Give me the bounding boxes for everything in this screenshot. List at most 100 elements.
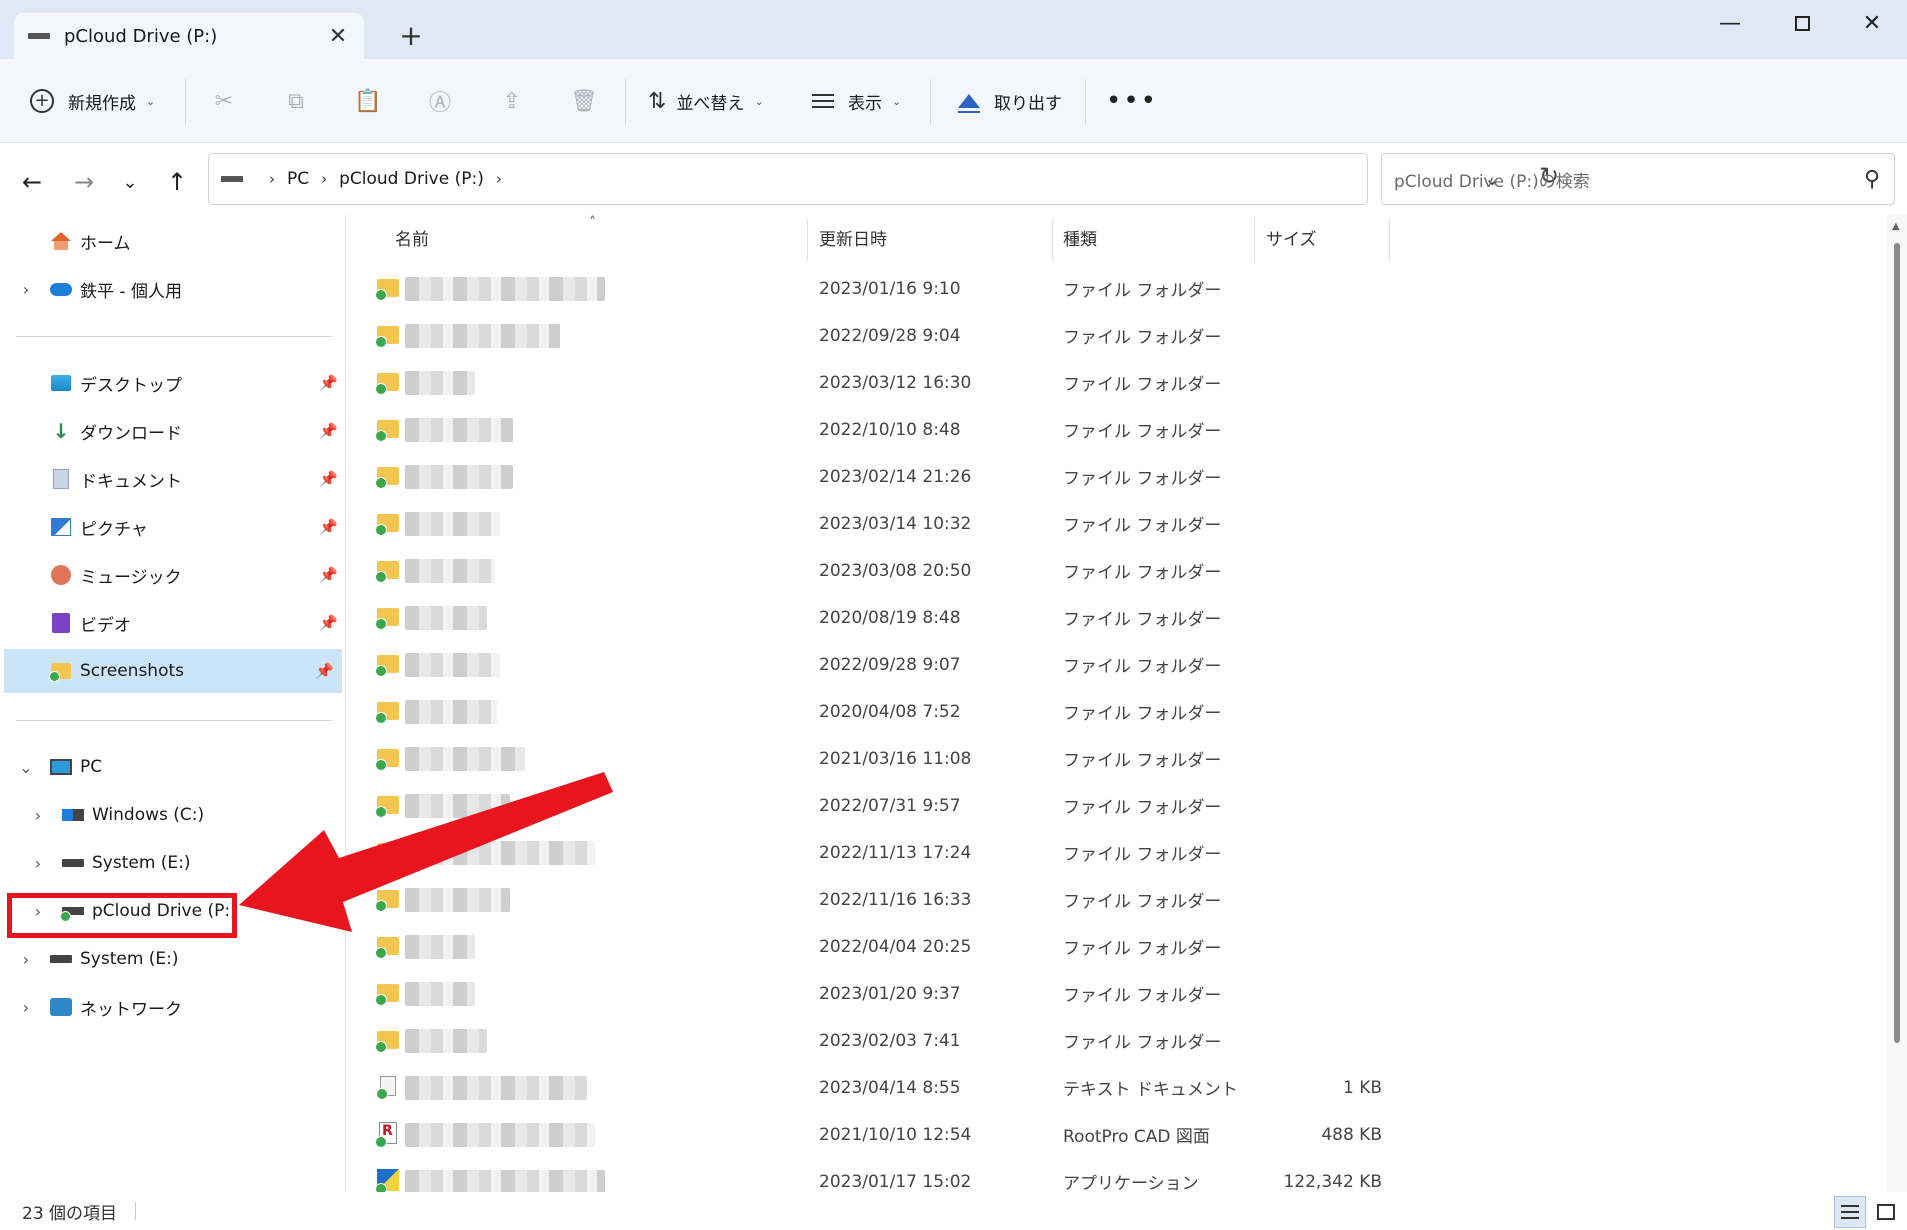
column-header-name[interactable]: 名前 xyxy=(385,215,813,259)
table-row[interactable]: 2020/04/08 7:52 ファイル フォルダー xyxy=(347,688,1847,735)
sidebar-item-windows-c[interactable]: › Windows (C:) xyxy=(0,793,346,837)
share-icon[interactable]: ⇪ xyxy=(494,83,530,119)
pin-icon[interactable]: 📌 xyxy=(319,518,338,536)
network-icon xyxy=(50,997,72,1017)
vertical-scrollbar[interactable]: ▲ xyxy=(1887,215,1907,1192)
back-button[interactable]: ← xyxy=(14,165,50,199)
videos-icon xyxy=(50,613,72,633)
column-divider[interactable] xyxy=(807,219,808,261)
redacted-file-name xyxy=(405,653,500,677)
chevron-right-icon[interactable]: › xyxy=(16,280,36,299)
table-row[interactable]: 2023/01/20 9:37 ファイル フォルダー xyxy=(347,970,1847,1017)
pin-icon[interactable]: 📌 xyxy=(315,662,334,680)
column-header-size[interactable]: サイズ xyxy=(1256,215,1386,259)
sidebar-item-pictures[interactable]: ピクチャ 📌 xyxy=(0,505,346,549)
cut-icon[interactable]: ✂ xyxy=(206,83,242,119)
sidebar-item-downloads[interactable]: ↓ ダウンロード 📌 xyxy=(0,409,346,453)
table-row[interactable]: 2021/03/16 11:08 ファイル フォルダー xyxy=(347,735,1847,782)
new-tab-button[interactable]: + xyxy=(396,18,426,54)
up-button[interactable]: ↑ xyxy=(159,165,195,199)
pin-icon[interactable]: 📌 xyxy=(319,374,338,392)
address-bar[interactable]: › PC › pCloud Drive (P:) › ⌄ ↻ xyxy=(208,153,1559,205)
breadcrumb-pc[interactable]: PC xyxy=(287,169,309,189)
table-row[interactable]: 2022/11/13 17:24 ファイル フォルダー xyxy=(347,829,1847,876)
pin-icon[interactable]: 📌 xyxy=(319,470,338,488)
chevron-right-icon[interactable]: › xyxy=(16,950,36,969)
table-row[interactable]: 2023/03/14 10:32 ファイル フォルダー xyxy=(347,500,1847,547)
forward-button[interactable]: → xyxy=(66,165,102,199)
file-list: ˄ 名前 更新日時 種類 サイズ 2023/01/16 9:10 ファイル フォル… xyxy=(347,215,1887,1195)
column-divider[interactable] xyxy=(1254,219,1255,261)
sidebar-item-desktop[interactable]: デスクトップ 📌 xyxy=(0,361,346,405)
eject-icon xyxy=(958,94,980,113)
chevron-right-icon[interactable]: › xyxy=(16,998,36,1017)
sidebar-item-pc[interactable]: ⌄ PC xyxy=(0,745,346,789)
file-size xyxy=(1256,406,1382,453)
sidebar-item-system-e-root[interactable]: › System (E:) xyxy=(0,937,346,981)
redacted-file-name xyxy=(405,559,495,583)
copy-icon[interactable]: ⧉ xyxy=(278,83,314,119)
command-bar: + 新規作成 ⌄ ✂ ⧉ 📋 Ⓐ ⇪ 🗑 ⇅ 並べ替え ⌄ 表示 ⌄ 取り出す … xyxy=(0,59,1907,143)
table-row[interactable]: 2023/04/14 8:55 テキスト ドキュメント 1 KB xyxy=(347,1064,1847,1111)
table-row[interactable]: 2023/02/14 21:26 ファイル フォルダー xyxy=(347,453,1847,500)
table-row[interactable]: 2022/04/04 20:25 ファイル フォルダー xyxy=(347,923,1847,970)
table-row[interactable]: 2022/10/10 8:48 ファイル フォルダー xyxy=(347,406,1847,453)
file-date: 2023/03/14 10:32 xyxy=(819,513,972,534)
pin-icon[interactable]: 📌 xyxy=(319,566,338,584)
redacted-file-name xyxy=(405,606,487,630)
column-header-date[interactable]: 更新日時 xyxy=(809,215,1049,259)
chevron-right-icon[interactable]: › xyxy=(28,806,48,825)
close-window-button[interactable]: ✕ xyxy=(1837,0,1907,46)
view-button[interactable]: 表示 ⌄ xyxy=(812,84,901,118)
file-date: 2023/04/14 8:55 xyxy=(819,1077,961,1098)
scroll-thumb[interactable] xyxy=(1894,243,1900,1043)
sidebar-item-system-e[interactable]: › System (E:) xyxy=(0,841,346,885)
table-row[interactable]: 2023/03/12 16:30 ファイル フォルダー xyxy=(347,359,1847,406)
tab-pcloud-drive[interactable]: pCloud Drive (P:) ✕ xyxy=(14,13,364,59)
recent-locations-button[interactable]: ⌄ xyxy=(112,165,148,199)
breadcrumb-pcloud-drive[interactable]: pCloud Drive (P:) xyxy=(339,169,484,189)
table-row[interactable]: 2022/09/28 9:07 ファイル フォルダー xyxy=(347,641,1847,688)
folder-icon xyxy=(375,514,399,536)
table-row[interactable]: 2023/02/03 7:41 ファイル フォルダー xyxy=(347,1017,1847,1064)
column-divider[interactable] xyxy=(1389,219,1390,261)
details-view-button[interactable] xyxy=(1834,1196,1866,1228)
tiles-view-button[interactable] xyxy=(1870,1196,1902,1228)
search-box[interactable]: pCloud Drive (P:)の検索 ⚲ xyxy=(1381,153,1895,205)
table-row[interactable]: 2022/11/16 16:33 ファイル フォルダー xyxy=(347,876,1847,923)
title-bar: pCloud Drive (P:) ✕ + — ✕ xyxy=(0,0,1907,59)
table-row[interactable]: 2021/10/10 12:54 RootPro CAD 図面 488 KB xyxy=(347,1111,1847,1158)
column-header-type[interactable]: 種類 xyxy=(1053,215,1253,259)
search-icon[interactable]: ⚲ xyxy=(1864,167,1880,192)
chevron-down-icon[interactable]: ⌄ xyxy=(16,758,36,777)
delete-icon[interactable]: 🗑 xyxy=(566,83,602,119)
table-row[interactable]: 2022/09/28 9:04 ファイル フォルダー xyxy=(347,312,1847,359)
sidebar-item-onedrive[interactable]: › 鉄平 - 個人用 xyxy=(0,267,346,311)
table-row[interactable]: 2023/03/08 20:50 ファイル フォルダー xyxy=(347,547,1847,594)
redacted-file-name xyxy=(405,1123,595,1147)
more-options-button[interactable]: ••• xyxy=(1106,84,1158,118)
table-row[interactable]: 2022/07/31 9:57 ファイル フォルダー xyxy=(347,782,1847,829)
sidebar-item-network[interactable]: › ネットワーク xyxy=(0,985,346,1029)
toolbar-divider xyxy=(930,79,931,125)
sidebar-item-videos[interactable]: ビデオ 📌 xyxy=(0,601,346,645)
paste-icon[interactable]: 📋 xyxy=(350,83,386,119)
table-row[interactable]: 2023/01/16 9:10 ファイル フォルダー xyxy=(347,265,1847,312)
search-input[interactable]: pCloud Drive (P:)の検索 xyxy=(1394,167,1864,192)
sidebar-item-screenshots[interactable]: Screenshots 📌 xyxy=(4,649,342,693)
chevron-right-icon[interactable]: › xyxy=(28,854,48,873)
pin-icon[interactable]: 📌 xyxy=(319,614,338,632)
minimize-button[interactable]: — xyxy=(1695,0,1765,46)
sidebar-item-music[interactable]: ミュージック 📌 xyxy=(0,553,346,597)
new-button[interactable]: + 新規作成 ⌄ xyxy=(30,84,155,118)
sidebar-item-documents[interactable]: ドキュメント 📌 xyxy=(0,457,346,501)
pin-icon[interactable]: 📌 xyxy=(319,422,338,440)
scroll-up-icon[interactable]: ▲ xyxy=(1892,221,1900,232)
table-row[interactable]: 2020/08/19 8:48 ファイル フォルダー xyxy=(347,594,1847,641)
rename-icon[interactable]: Ⓐ xyxy=(422,83,458,119)
sidebar-item-home[interactable]: ホーム xyxy=(0,219,346,263)
eject-button[interactable]: 取り出す xyxy=(958,84,1062,118)
maximize-button[interactable] xyxy=(1767,0,1837,46)
sort-button[interactable]: ⇅ 並べ替え ⌄ xyxy=(648,84,764,118)
close-tab-icon[interactable]: ✕ xyxy=(326,24,350,49)
